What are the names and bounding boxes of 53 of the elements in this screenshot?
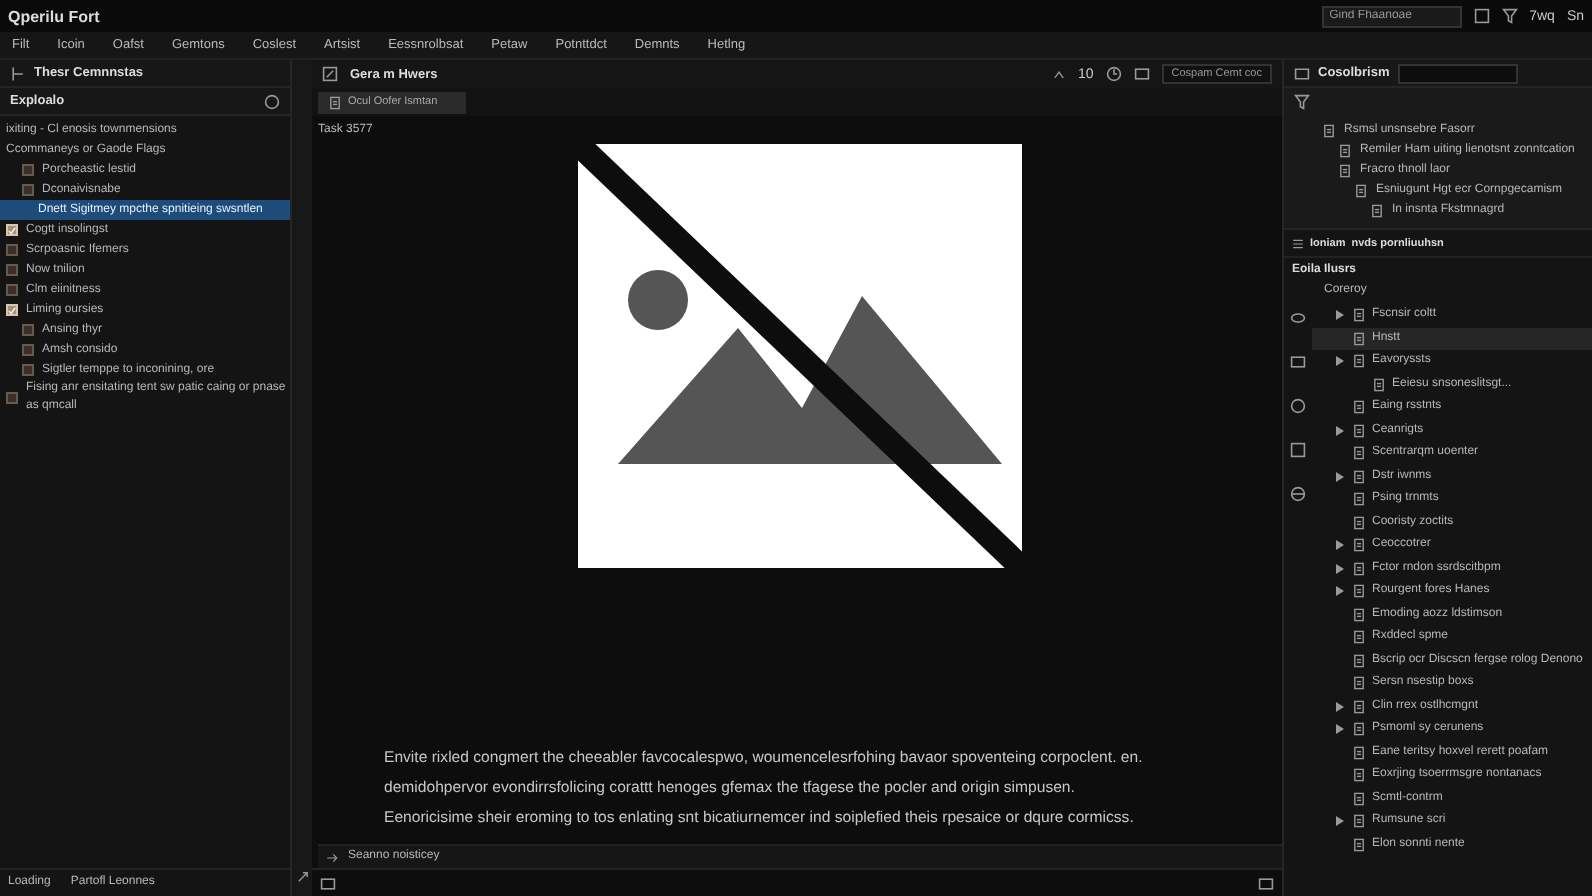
checkbox[interactable] bbox=[22, 324, 34, 336]
document-icon bbox=[1352, 745, 1366, 760]
checkbox[interactable] bbox=[6, 264, 18, 276]
document-icon bbox=[1352, 722, 1366, 737]
document-icon bbox=[328, 95, 342, 109]
checkbox[interactable] bbox=[22, 184, 34, 196]
document-icon bbox=[1352, 814, 1366, 829]
document-icon bbox=[1352, 837, 1366, 852]
document-icon bbox=[1352, 492, 1366, 507]
document-icon bbox=[1338, 143, 1352, 157]
document-icon bbox=[1352, 653, 1366, 668]
checkbox[interactable] bbox=[22, 164, 34, 176]
branch-icon bbox=[10, 65, 26, 81]
document-icon bbox=[1352, 469, 1366, 484]
window-title: Qperilu Fort bbox=[8, 7, 102, 25]
checkbox[interactable] bbox=[6, 244, 18, 256]
document-icon bbox=[1352, 354, 1366, 369]
document-icon bbox=[1352, 423, 1366, 438]
checkbox[interactable] bbox=[6, 392, 18, 404]
document-icon bbox=[1352, 331, 1366, 346]
document-icon bbox=[1352, 676, 1366, 691]
document-icon bbox=[1352, 607, 1366, 622]
checkbox[interactable] bbox=[22, 364, 34, 376]
globe-icon bbox=[1290, 486, 1306, 502]
document-icon bbox=[1352, 515, 1366, 530]
document-icon bbox=[1352, 584, 1366, 599]
document-icon bbox=[1352, 630, 1366, 645]
document-icon bbox=[1354, 183, 1368, 197]
checkbox[interactable] bbox=[6, 284, 18, 296]
document-icon bbox=[1372, 377, 1386, 392]
eye-icon bbox=[1290, 310, 1306, 326]
expand-icon bbox=[295, 870, 309, 884]
list-icon bbox=[1292, 237, 1304, 249]
document-icon bbox=[1338, 163, 1352, 177]
edit-icon bbox=[322, 66, 338, 82]
checkbox[interactable] bbox=[22, 344, 34, 356]
caret-icon bbox=[1051, 67, 1066, 81]
help-icon bbox=[264, 93, 280, 109]
document-icon bbox=[1352, 561, 1366, 576]
document-icon bbox=[1352, 538, 1366, 553]
document-icon bbox=[1352, 699, 1366, 714]
document-icon bbox=[1352, 768, 1366, 783]
filter-icon bbox=[1501, 8, 1518, 24]
document-icon bbox=[1322, 123, 1336, 137]
document-icon bbox=[1352, 446, 1366, 461]
filter-icon bbox=[1294, 94, 1310, 110]
arrow-icon bbox=[326, 851, 338, 863]
document-icon bbox=[1370, 203, 1384, 217]
broken-image-icon bbox=[578, 144, 1022, 568]
input-field[interactable] bbox=[1397, 63, 1518, 83]
document-icon bbox=[1352, 400, 1366, 415]
document-icon bbox=[1352, 308, 1366, 323]
document-icon bbox=[1352, 791, 1366, 806]
